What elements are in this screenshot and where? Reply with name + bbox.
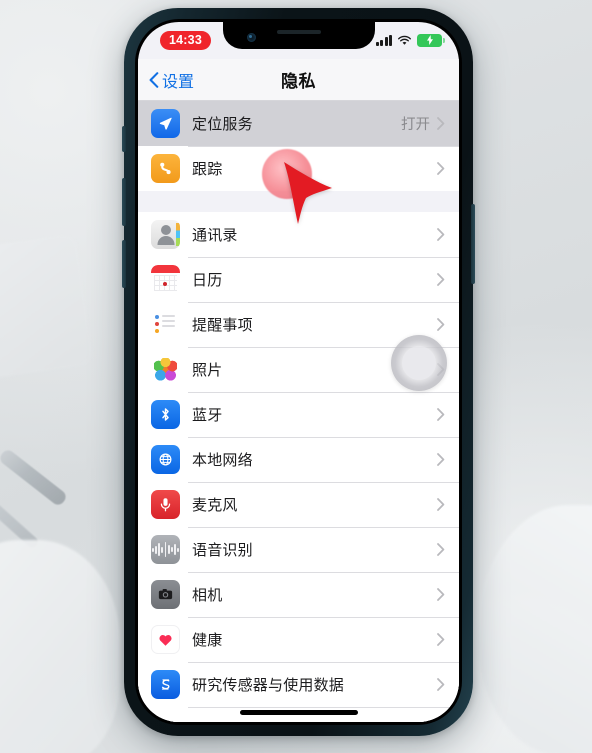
list-item-value: 打开: [401, 117, 430, 133]
list-item-research-sensor[interactable]: 研究传感器与使用数据: [138, 662, 459, 707]
chevron-right-icon: [437, 633, 445, 646]
home-indicator[interactable]: [239, 710, 358, 715]
earpiece-speaker-icon: [276, 30, 321, 34]
list-item-speech-recognition[interactable]: 语音识别: [138, 527, 459, 572]
iphone-device: 14:33 设置 隐私 定位服务 打开 跟踪 通讯录 日历 提醒事项 照片 蓝牙…: [122, 8, 475, 736]
desk-object-right: [477, 505, 592, 753]
list-item-bluetooth[interactable]: 蓝牙: [138, 392, 459, 437]
chevron-right-icon: [437, 117, 445, 130]
list-item-label: 日历: [192, 272, 223, 289]
homekit-icon: [151, 715, 180, 722]
list-item-label: 相机: [192, 587, 223, 604]
chevron-right-icon: [437, 318, 445, 331]
chevron-right-icon: [437, 543, 445, 556]
list-item-camera[interactable]: 相机: [138, 572, 459, 617]
bluetooth-icon: [151, 400, 180, 429]
list-item-label: 通讯录: [192, 227, 238, 244]
reminders-icon: [151, 310, 180, 339]
list-item-health[interactable]: 健康: [138, 617, 459, 662]
desk-object-left: [0, 540, 120, 753]
photos-icon: [151, 355, 180, 384]
list-item-label: 研究传感器与使用数据: [192, 677, 345, 694]
list-item-label: HomeKit: [192, 721, 437, 722]
list-item-label: 提醒事项: [192, 317, 253, 334]
cellular-bars-icon: [375, 34, 392, 46]
chevron-right-icon: [437, 228, 445, 241]
contacts-icon: [151, 220, 180, 249]
calendar-icon: [151, 265, 180, 294]
list-item-label: 健康: [192, 632, 223, 649]
battery-charging-icon: [417, 34, 445, 47]
health-heart-icon: [151, 625, 180, 654]
list-item-label: 语音识别: [192, 542, 253, 559]
camera-icon: [151, 580, 180, 609]
phone-bezel: 14:33 设置 隐私 定位服务 打开 跟踪 通讯录 日历 提醒事项 照片 蓝牙…: [135, 19, 462, 725]
chevron-right-icon: [437, 453, 445, 466]
desk-object-pen: [0, 447, 69, 508]
chevron-right-icon: [437, 162, 445, 175]
list-item-label: 本地网络: [192, 452, 253, 469]
local-network-icon: [151, 445, 180, 474]
list-item-microphone[interactable]: 麦克风: [138, 482, 459, 527]
chevron-right-icon: [437, 498, 445, 511]
microphone-icon: [151, 490, 180, 519]
location-arrow-icon: [151, 109, 180, 138]
notch: [222, 22, 375, 49]
list-item-label: 麦克风: [192, 497, 238, 514]
chevron-left-icon: [149, 71, 159, 88]
status-time-recording-pill: 14:33: [160, 31, 211, 50]
list-item-calendar[interactable]: 日历: [138, 257, 459, 302]
list-item-label: 定位服务: [192, 116, 253, 133]
settings-group-app-permissions: 通讯录 日历 提醒事项 照片 蓝牙 本地网络 麦克风 语音识别 相机 健康 研究…: [138, 212, 459, 722]
front-camera-icon: [246, 33, 256, 42]
speech-recognition-icon: [151, 535, 180, 564]
tracking-icon: [151, 154, 180, 183]
chevron-right-icon: [437, 678, 445, 691]
list-item-label: 蓝牙: [192, 407, 223, 424]
phone-screen: 14:33 设置 隐私 定位服务 打开 跟踪 通讯录 日历 提醒事项 照片 蓝牙…: [138, 22, 459, 722]
mute-switch-button[interactable]: [122, 126, 126, 152]
volume-up-button[interactable]: [122, 178, 126, 226]
mouse-cursor-icon: [284, 162, 332, 224]
navigation-bar: 设置 隐私: [138, 59, 459, 101]
list-item-location-services[interactable]: 定位服务 打开: [138, 101, 459, 146]
back-button-label: 设置: [162, 73, 195, 91]
list-item-local-network[interactable]: 本地网络: [138, 437, 459, 482]
status-indicators: [375, 34, 445, 47]
volume-down-button[interactable]: [122, 240, 126, 288]
chevron-right-icon: [437, 273, 445, 286]
back-button[interactable]: 设置: [149, 68, 194, 92]
wifi-icon: [398, 35, 411, 45]
assistive-touch-icon[interactable]: [391, 335, 447, 391]
chevron-right-icon: [437, 408, 445, 421]
desk-object-card: [0, 233, 94, 379]
research-sensor-icon: [151, 670, 180, 699]
chevron-right-icon: [437, 588, 445, 601]
power-button[interactable]: [471, 204, 475, 284]
